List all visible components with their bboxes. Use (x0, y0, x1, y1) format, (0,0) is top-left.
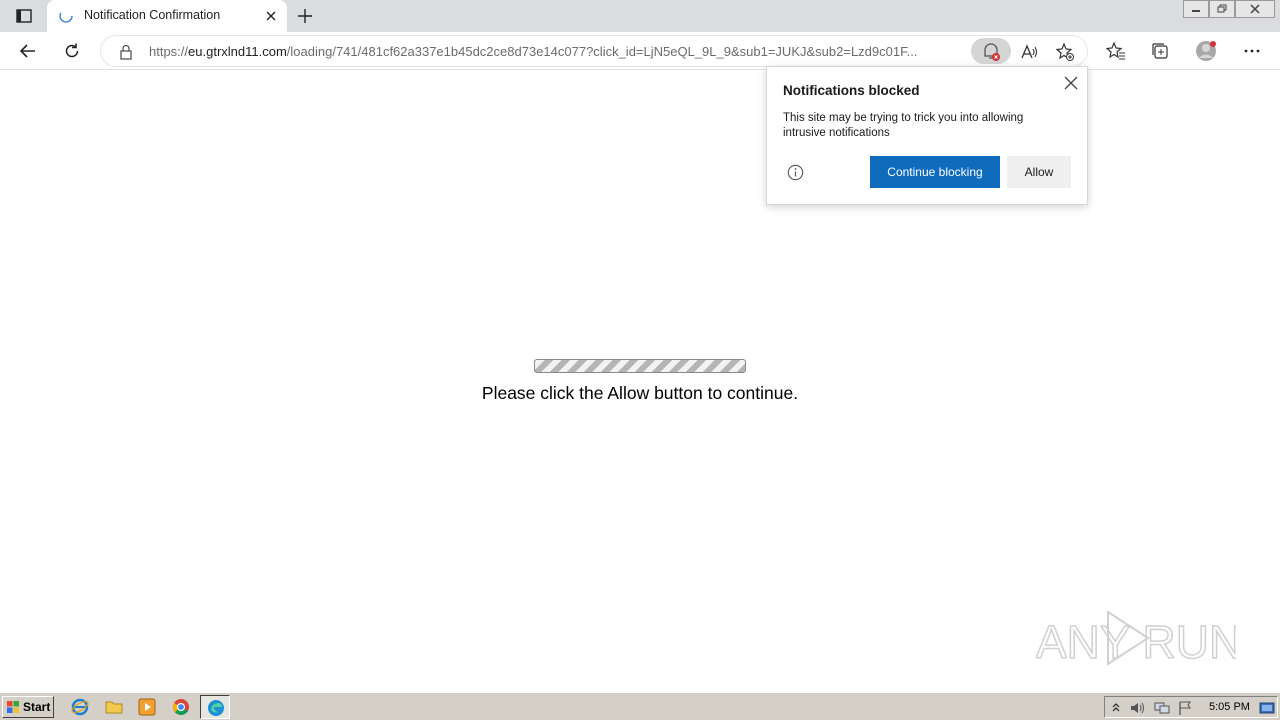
minimize-button[interactable] (1183, 0, 1209, 18)
continue-blocking-button[interactable]: Continue blocking (870, 156, 1000, 188)
popup-body: This site may be trying to trick you int… (783, 112, 1024, 139)
new-tab-icon[interactable] (296, 7, 314, 25)
start-button[interactable]: Start (2, 696, 54, 718)
restore-button[interactable] (1209, 0, 1235, 18)
collections-icon (1152, 43, 1168, 59)
watermark-text: ANY RUN (1036, 616, 1236, 668)
tab-close-icon[interactable] (263, 8, 279, 24)
info-icon[interactable] (787, 164, 804, 181)
url-scheme: https:// (149, 44, 189, 59)
read-aloud-icon[interactable] (1019, 42, 1039, 62)
taskbar-clock[interactable]: 5:05 PM (1209, 701, 1250, 713)
avatar-icon (1196, 41, 1216, 61)
windows-logo-icon (7, 701, 19, 713)
popup-close-icon[interactable] (1063, 75, 1079, 91)
refresh-button[interactable] (60, 39, 84, 63)
page-message: Please click the Allow button to continu… (481, 383, 799, 403)
tab-title: Notification Confirmation (84, 8, 221, 22)
more-dots-icon (1244, 49, 1260, 53)
popup-title: Notifications blocked (783, 83, 920, 98)
favorites-button[interactable] (1104, 39, 1128, 63)
add-favorite-icon[interactable] (1055, 42, 1075, 62)
profile-button[interactable] (1194, 39, 1218, 63)
taskbar: Start 5:05 PM (0, 692, 1280, 720)
back-arrow-icon (19, 44, 35, 58)
edge-icon (208, 700, 224, 716)
tab-actions-button[interactable] (12, 6, 36, 26)
close-window-button[interactable] (1235, 0, 1275, 18)
internet-explorer-icon[interactable] (70, 697, 90, 717)
allow-button[interactable]: Allow (1007, 156, 1071, 188)
start-label: Start (23, 700, 51, 714)
notifications-blocked-popup: Notifications blocked This site may be t… (766, 66, 1088, 205)
close-window-icon (1250, 4, 1260, 14)
edge-taskbar-button[interactable] (200, 695, 230, 719)
url-path: /loading/741/481cf62a337e1b45dc2ce8d73e1… (286, 44, 918, 59)
back-button[interactable] (16, 39, 40, 63)
favorites-icon (1106, 41, 1125, 60)
lock-icon[interactable] (119, 44, 133, 60)
network-icon[interactable] (1153, 700, 1171, 716)
url-host: eu.gtrxlnd11.com (188, 44, 287, 59)
browser-toolbar: https://eu.gtrxlnd11.com/loading/741/481… (0, 32, 1280, 70)
media-player-icon[interactable] (137, 697, 157, 717)
edge-loading-favicon-icon (59, 9, 73, 23)
tab-strip: Notification Confirmation (0, 0, 1280, 32)
notifications-blocked-indicator[interactable] (971, 38, 1011, 64)
tab-actions-icon (16, 9, 32, 23)
anyrun-watermark-logo: ANY RUN (1036, 610, 1236, 669)
active-tab[interactable]: Notification Confirmation (47, 0, 287, 32)
chrome-icon[interactable] (171, 697, 191, 717)
url-text[interactable]: https://eu.gtrxlnd11.com/loading/741/481… (149, 44, 971, 59)
restore-icon (1217, 4, 1227, 13)
show-desktop-icon[interactable] (1259, 700, 1275, 716)
action-center-flag-icon[interactable] (1177, 700, 1193, 716)
minimize-icon (1192, 10, 1200, 12)
volume-icon[interactable] (1129, 700, 1147, 716)
settings-more-button[interactable] (1240, 39, 1264, 63)
bell-blocked-icon (984, 43, 1000, 61)
file-explorer-icon[interactable] (104, 697, 124, 717)
refresh-icon (65, 43, 79, 58)
loading-progress-bar (534, 359, 746, 373)
collections-button[interactable] (1148, 39, 1172, 63)
system-tray (1104, 696, 1278, 718)
tray-expand-icon[interactable] (1111, 700, 1121, 714)
address-bar[interactable]: https://eu.gtrxlnd11.com/loading/741/481… (100, 35, 1088, 67)
